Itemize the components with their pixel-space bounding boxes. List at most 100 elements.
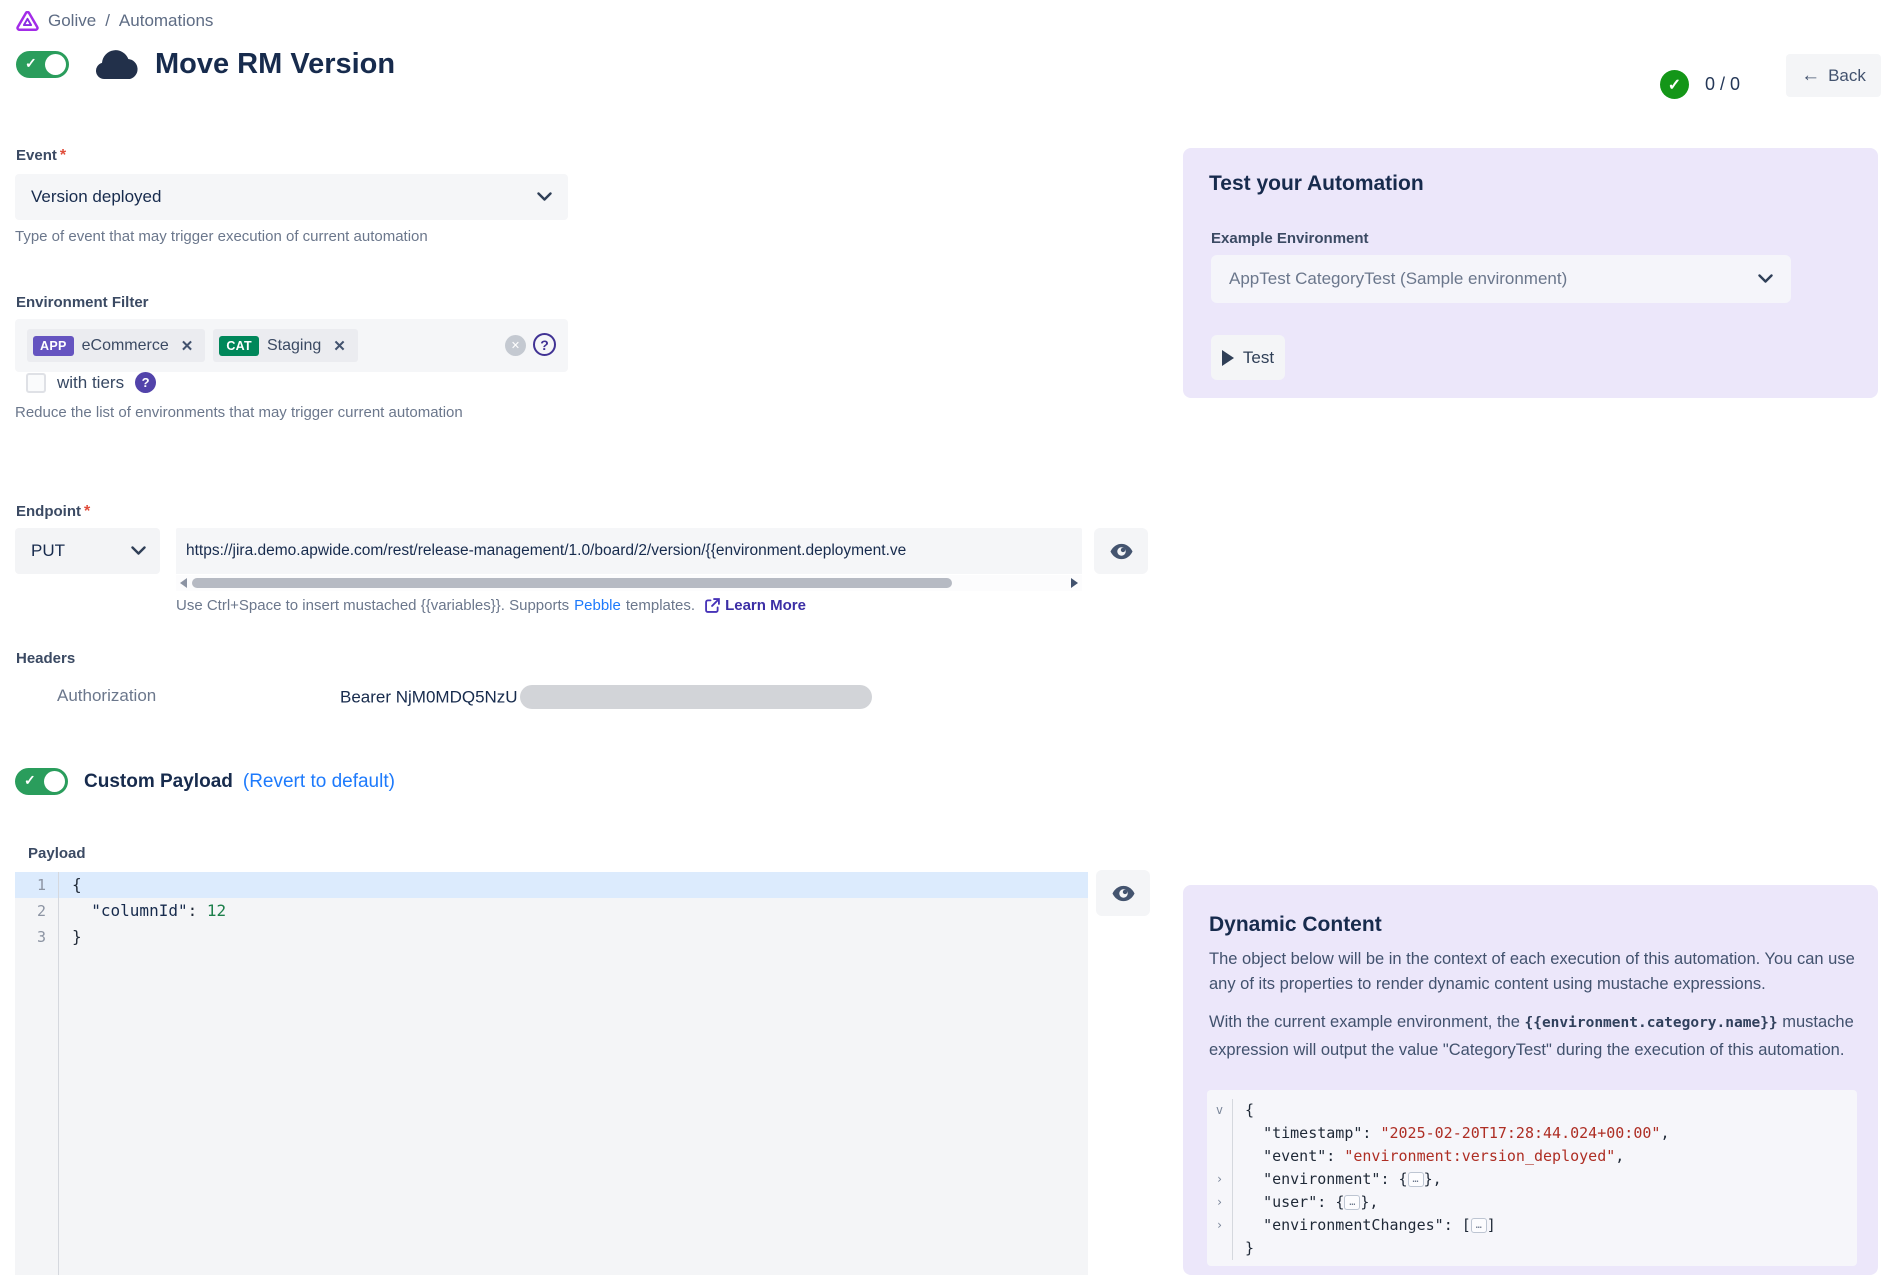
golive-logo-icon — [16, 11, 39, 31]
with-tiers-checkbox[interactable] — [26, 373, 46, 393]
play-icon — [1222, 350, 1234, 366]
revert-to-default-link[interactable]: (Revert to default) — [243, 771, 395, 793]
eye-icon — [1112, 885, 1135, 902]
expand-arrow-icon[interactable]: › — [1207, 1191, 1233, 1214]
custom-payload-row: ✓ Custom Payload (Revert to default) — [15, 768, 395, 795]
cloud-icon — [93, 49, 139, 80]
json-number: 12 — [207, 901, 226, 920]
helper-prefix: Use Ctrl+Space to insert mustached {{var… — [176, 597, 569, 614]
payload-label: Payload — [28, 845, 86, 862]
toggle-check-icon: ✓ — [24, 772, 36, 789]
json-line-environment: › "environment": {…}, — [1207, 1168, 1857, 1191]
tag-name: eCommerce — [82, 337, 169, 355]
tag-remove-icon[interactable]: ✕ — [181, 337, 194, 355]
custom-payload-label: Custom Payload — [84, 771, 233, 793]
tag-remove-icon[interactable]: ✕ — [333, 337, 346, 355]
environment-filter-field[interactable]: APP eCommerce ✕ CAT Staging ✕ ✕ ? — [15, 319, 568, 372]
chevron-down-icon — [1758, 274, 1773, 284]
preview-payload-button[interactable] — [1096, 870, 1150, 916]
toggle-knob — [44, 771, 65, 792]
mustache-expression: {{environment.category.name}} — [1524, 1015, 1777, 1031]
env-filter-tag-staging: CAT Staging ✕ — [213, 329, 358, 362]
url-scrollbar-thumb[interactable] — [192, 578, 952, 588]
preview-url-button[interactable] — [1094, 528, 1148, 574]
back-button[interactable]: ← Back — [1786, 54, 1881, 97]
url-horizontal-scrollbar[interactable] — [176, 575, 1082, 591]
editor-line-1[interactable]: 1 { — [15, 872, 1088, 898]
endpoint-url-input[interactable]: https://jira.demo.apwide.com/rest/releas… — [176, 528, 1082, 574]
expand-arrow-icon[interactable]: › — [1207, 1168, 1233, 1191]
event-label: Event* — [16, 147, 66, 165]
scroll-right-arrow-icon[interactable] — [1071, 578, 1078, 588]
env-filter-tag-ecommerce: APP eCommerce ✕ — [27, 329, 205, 362]
expand-ellipsis-chip[interactable]: … — [1344, 1195, 1360, 1210]
test-panel-title: Test your Automation — [1209, 172, 1424, 196]
header-name: Authorization — [57, 686, 156, 706]
breadcrumb-separator: / — [105, 11, 110, 31]
back-arrow-icon: ← — [1801, 65, 1820, 87]
with-tiers-row: with tiers ? — [26, 372, 156, 393]
example-environment-select[interactable]: AppTest CategoryTest (Sample environment… — [1211, 255, 1791, 303]
required-asterisk: * — [60, 147, 66, 164]
execution-counter: 0 / 0 — [1705, 74, 1740, 95]
breadcrumb-automations[interactable]: Automations — [119, 11, 214, 31]
environment-filter-label: Environment Filter — [16, 294, 149, 311]
tag-badge-app: APP — [33, 336, 74, 356]
editor-line-2[interactable]: 2 "columnId": 12 — [15, 898, 1088, 924]
http-method-value: PUT — [31, 541, 131, 561]
dynamic-content-paragraph-1: The object below will be in the context … — [1209, 947, 1859, 997]
breadcrumb: Golive / Automations — [16, 11, 213, 31]
test-button-label: Test — [1243, 348, 1274, 368]
expand-arrow-icon[interactable]: › — [1207, 1214, 1233, 1237]
json-line-close: } — [1207, 1237, 1857, 1260]
help-circle-filled-icon[interactable]: ? — [135, 372, 156, 393]
context-json-viewer[interactable]: v { "timestamp": "2025-02-20T17:28:44.02… — [1207, 1090, 1857, 1266]
with-tiers-label: with tiers — [57, 373, 124, 393]
event-helper-text: Type of event that may trigger execution… — [15, 228, 428, 245]
title-row: ✓ Move RM Version — [16, 48, 395, 81]
dynamic-content-title: Dynamic Content — [1209, 913, 1382, 937]
dynamic-content-panel: Dynamic Content The object below will be… — [1183, 885, 1878, 1275]
test-button[interactable]: Test — [1211, 335, 1285, 380]
http-method-select[interactable]: PUT — [15, 528, 160, 574]
json-line-environment-changes: › "environmentChanges": […] — [1207, 1214, 1857, 1237]
clear-filter-icon[interactable]: ✕ — [505, 335, 526, 356]
json-string-value: "environment:version_deployed" — [1344, 1147, 1615, 1165]
expand-ellipsis-chip[interactable]: … — [1471, 1218, 1487, 1233]
json-string-value: "2025-02-20T17:28:44.024+00:00" — [1380, 1124, 1660, 1142]
header-value: Bearer NjM0MDQ5NzU — [340, 686, 872, 710]
line-number: 2 — [15, 898, 59, 924]
editor-line-3[interactable]: 3 } — [15, 924, 1088, 950]
endpoint-label: Endpoint* — [16, 503, 90, 521]
pebble-link[interactable]: Pebble — [574, 597, 621, 614]
learn-more-link[interactable]: Learn More — [725, 597, 806, 614]
automation-enabled-toggle[interactable]: ✓ — [16, 51, 69, 78]
tag-name: Staging — [267, 337, 321, 355]
eye-icon — [1110, 543, 1133, 560]
help-circle-outline-icon[interactable]: ? — [533, 333, 556, 356]
event-select[interactable]: Version deployed — [15, 174, 568, 220]
event-select-value: Version deployed — [31, 187, 537, 207]
example-environment-label: Example Environment — [1211, 230, 1369, 247]
toggle-knob — [45, 54, 66, 75]
custom-payload-toggle[interactable]: ✓ — [15, 768, 68, 795]
chevron-down-icon — [537, 192, 552, 202]
success-check-icon: ✓ — [1660, 70, 1689, 99]
collapse-arrow-icon[interactable]: v — [1207, 1099, 1233, 1122]
scroll-left-arrow-icon[interactable] — [180, 578, 187, 588]
helper-suffix: templates. — [626, 597, 695, 614]
redacted-token-blob — [520, 685, 872, 709]
json-line-event: "event": "environment:version_deployed", — [1207, 1145, 1857, 1168]
headers-section-label: Headers — [16, 650, 75, 667]
json-key: "columnId" — [91, 901, 187, 920]
authorization-value: Bearer NjM0MDQ5NzU — [340, 687, 518, 706]
chevron-down-icon — [131, 546, 146, 556]
breadcrumb-golive[interactable]: Golive — [48, 11, 96, 31]
payload-code-editor[interactable]: 1 { 2 "columnId": 12 3 } — [15, 872, 1088, 1275]
automation-editor-page: Golive / Automations ✓ Move RM Version ✓… — [0, 0, 1892, 1275]
required-asterisk: * — [84, 503, 90, 520]
page-title: Move RM Version — [155, 48, 395, 81]
expand-ellipsis-chip[interactable]: … — [1408, 1172, 1424, 1187]
dynamic-content-paragraph-2: With the current example environment, th… — [1209, 1009, 1864, 1064]
toggle-check-icon: ✓ — [25, 55, 37, 72]
